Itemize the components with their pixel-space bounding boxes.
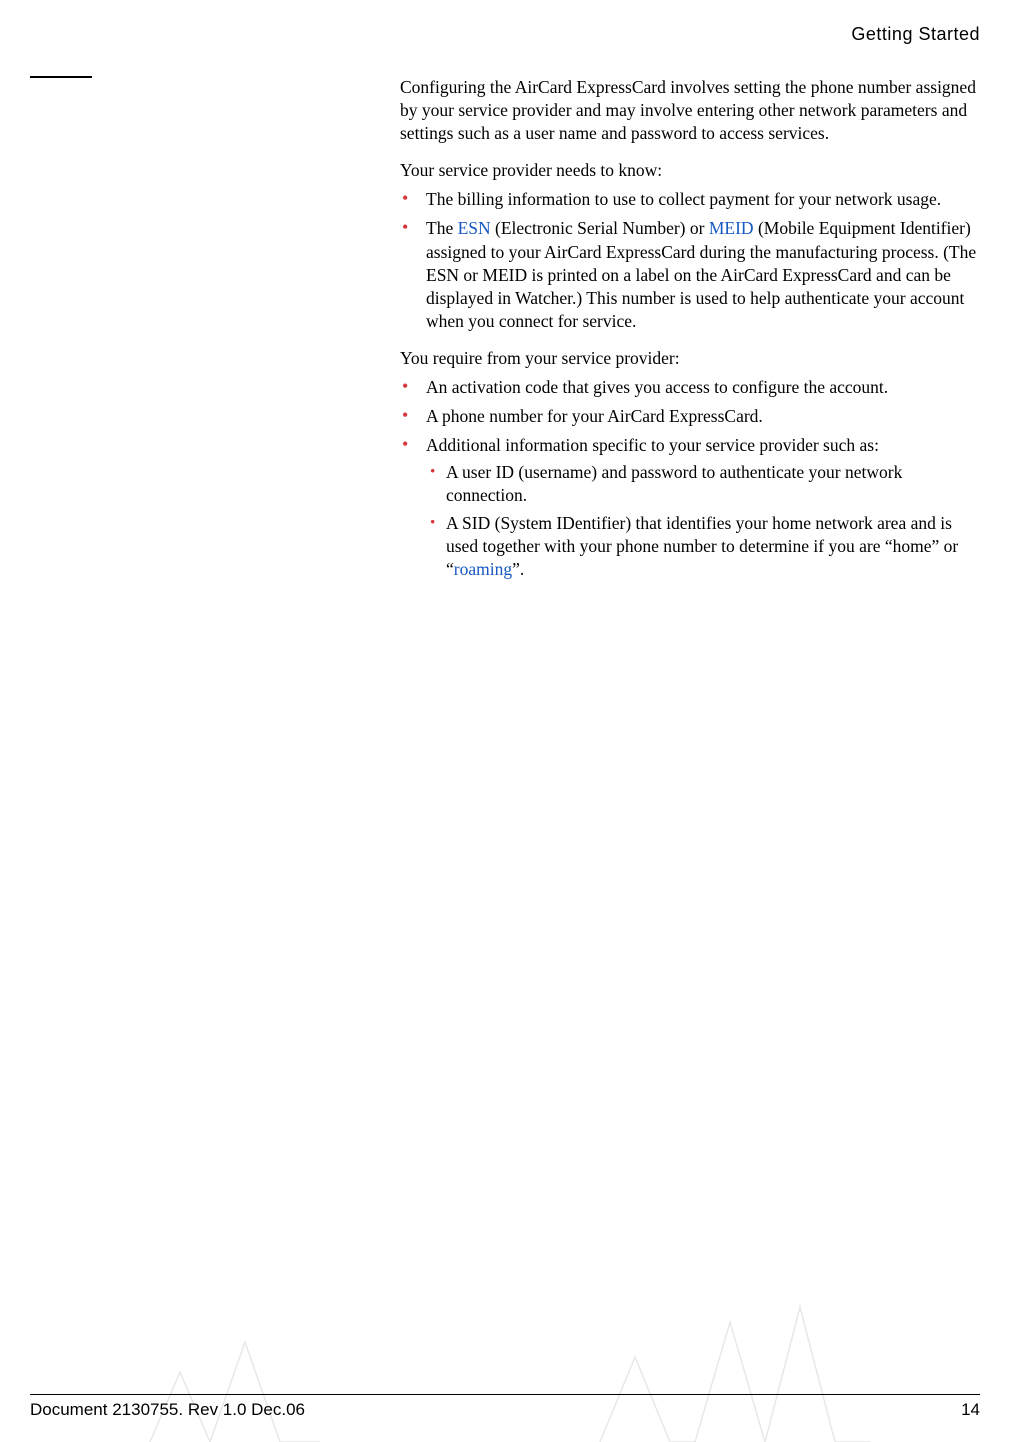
provider-needs-list: The billing information to use to collec… bbox=[400, 188, 982, 333]
page-number: 14 bbox=[961, 1400, 980, 1420]
list-text: The billing information to use to collec… bbox=[426, 189, 941, 209]
you-require-label: You require from your service provider: bbox=[400, 347, 982, 370]
list-text: Additional information specific to your … bbox=[426, 435, 879, 455]
list-text: An activation code that gives you access… bbox=[426, 377, 888, 397]
header-rule bbox=[30, 76, 92, 78]
you-require-sublist: A user ID (username) and password to aut… bbox=[426, 461, 982, 580]
roaming-link[interactable]: roaming bbox=[454, 559, 512, 579]
list-text: A phone number for your AirCard ExpressC… bbox=[426, 406, 763, 426]
list-text-post: ”. bbox=[512, 559, 524, 579]
intro-paragraph: Configuring the AirCard ExpressCard invo… bbox=[400, 76, 982, 145]
provider-needs-label: Your service provider needs to know: bbox=[400, 159, 982, 182]
list-item: A SID (System IDentifier) that identifie… bbox=[426, 512, 982, 581]
footer-rule bbox=[30, 1394, 980, 1395]
meid-link[interactable]: MEID bbox=[709, 218, 754, 238]
list-item: An activation code that gives you access… bbox=[400, 376, 982, 399]
list-text-mid: (Electronic Serial Number) or bbox=[491, 218, 709, 238]
list-item: A user ID (username) and password to aut… bbox=[426, 461, 982, 507]
esn-link[interactable]: ESN bbox=[458, 218, 491, 238]
list-item: A phone number for your AirCard ExpressC… bbox=[400, 405, 982, 428]
section-header: Getting Started bbox=[851, 24, 980, 45]
you-require-list: An activation code that gives you access… bbox=[400, 376, 982, 581]
list-text: A user ID (username) and password to aut… bbox=[446, 462, 902, 505]
list-item: Additional information specific to your … bbox=[400, 434, 982, 581]
list-item: The ESN (Electronic Serial Number) or ME… bbox=[400, 217, 982, 332]
document-info: Document 2130755. Rev 1.0 Dec.06 bbox=[30, 1400, 305, 1420]
list-item: The billing information to use to collec… bbox=[400, 188, 982, 211]
list-text-pre: The bbox=[426, 218, 458, 238]
page-content: Configuring the AirCard ExpressCard invo… bbox=[400, 76, 982, 595]
page-footer: Document 2130755. Rev 1.0 Dec.06 14 bbox=[30, 1394, 980, 1422]
